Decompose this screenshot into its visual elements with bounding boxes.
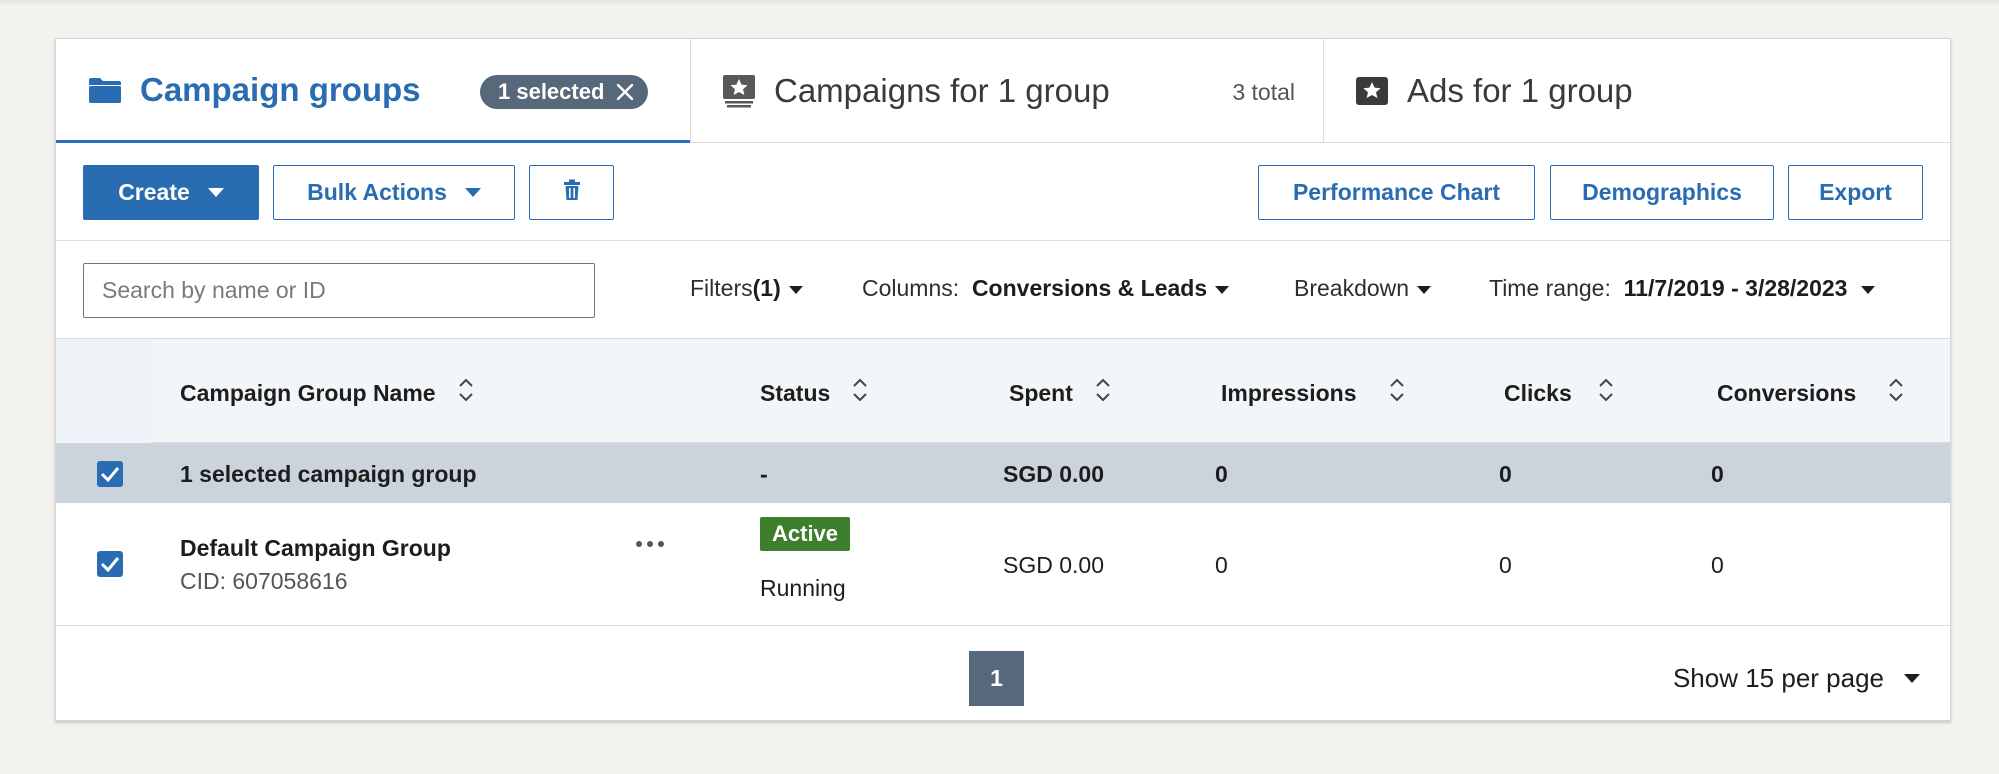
campaigns-total-count: 3 total — [1232, 79, 1295, 105]
breakdown-label: Breakdown — [1294, 275, 1410, 301]
time-range-label: Time range: — [1489, 275, 1611, 301]
header-select-cell — [56, 339, 151, 443]
demographics-label: Demographics — [1582, 179, 1742, 205]
summary-row: 1 selected campaign group - SGD 0.00 0 0… — [56, 443, 1950, 503]
create-button-label: Create — [118, 179, 190, 205]
chevron-down-icon — [1215, 285, 1230, 294]
summary-clicks: 0 — [1499, 461, 1512, 487]
per-page-label: Show 15 per page — [1672, 663, 1884, 693]
time-range-value: 11/7/2019 - 3/28/2023 — [1623, 275, 1848, 301]
columns-label: Columns: — [862, 275, 960, 301]
ad-star-icon — [1354, 74, 1390, 108]
sort-icon[interactable] — [1389, 377, 1405, 409]
campaign-group-name-link[interactable]: Default Campaign Group — [180, 535, 451, 562]
clear-selection-icon[interactable] — [616, 79, 634, 105]
chevron-down-icon — [1904, 674, 1920, 683]
table-row: Default Campaign Group CID: 607058616 Ac… — [56, 503, 1950, 626]
column-header-name[interactable]: Campaign Group Name — [180, 377, 474, 409]
performance-chart-label: Performance Chart — [1292, 179, 1501, 205]
folder-icon — [87, 73, 123, 107]
checkmark-icon — [100, 467, 120, 482]
more-options-icon[interactable] — [636, 541, 664, 547]
chevron-down-icon — [1861, 285, 1876, 294]
row-clicks: 0 — [1499, 552, 1512, 578]
delete-button[interactable] — [529, 165, 614, 220]
tab-campaigns-label: Campaigns for 1 group — [774, 72, 1110, 109]
summary-status: - — [760, 461, 768, 487]
entity-tabs: Campaign groups 1 selected Campaigns for… — [56, 39, 1950, 143]
summary-label: 1 selected campaign group — [180, 461, 477, 487]
column-header-name-label: Campaign Group Name — [180, 379, 436, 406]
selection-pill: 1 selected — [480, 75, 649, 109]
select-all-checkbox[interactable] — [97, 461, 123, 487]
sort-icon[interactable] — [1888, 377, 1904, 409]
filter-bar: Filters(1) Columns: Conversions & Leads … — [56, 242, 1950, 339]
demographics-button[interactable]: Demographics — [1550, 165, 1774, 220]
status-text: Running — [760, 575, 846, 601]
campaign-group-cid: CID: 607058616 — [180, 568, 348, 594]
trash-icon — [563, 179, 581, 207]
sort-icon[interactable] — [1095, 377, 1111, 409]
checkmark-icon — [100, 557, 120, 572]
columns-value: Conversions & Leads — [971, 275, 1208, 301]
export-label: Export — [1819, 179, 1892, 205]
tab-ads[interactable]: Ads for 1 group — [1323, 39, 1950, 143]
column-header-status-label: Status — [760, 379, 831, 406]
action-toolbar: Create Bulk Actions Performance Chart De… — [56, 144, 1950, 241]
per-page-dropdown[interactable]: Show 15 per page — [1673, 663, 1920, 694]
row-spent: SGD 0.00 — [1003, 552, 1104, 578]
sort-icon[interactable] — [1598, 377, 1614, 409]
column-header-status[interactable]: Status — [760, 377, 868, 409]
chevron-down-icon — [464, 188, 481, 197]
row-checkbox[interactable] — [97, 551, 123, 577]
sort-icon[interactable] — [458, 377, 474, 409]
top-shadow — [0, 0, 1999, 6]
tab-campaigns[interactable]: Campaigns for 1 group 3 total — [690, 39, 1323, 143]
column-header-spent-label: Spent — [1009, 379, 1073, 406]
tab-campaign-groups-label: Campaign groups — [140, 70, 421, 108]
export-button[interactable]: Export — [1788, 165, 1923, 220]
filters-count: (1) — [752, 275, 781, 301]
create-button[interactable]: Create — [83, 165, 259, 220]
chevron-down-icon — [1417, 285, 1432, 294]
breakdown-dropdown[interactable]: Breakdown — [1294, 275, 1432, 302]
tab-ads-label: Ads for 1 group — [1407, 72, 1633, 109]
column-header-conversions-label: Conversions — [1717, 379, 1857, 406]
selection-pill-label: 1 selected — [498, 79, 605, 104]
campaign-manager-panel: Campaign groups 1 selected Campaigns for… — [55, 38, 1951, 721]
column-header-clicks[interactable]: Clicks — [1504, 377, 1614, 409]
column-header-clicks-label: Clicks — [1504, 379, 1572, 406]
campaign-stack-icon — [721, 74, 757, 108]
summary-impressions: 0 — [1215, 461, 1228, 487]
page-button[interactable]: 1 — [969, 651, 1024, 706]
tab-campaign-groups[interactable]: Campaign groups 1 selected — [56, 39, 690, 143]
chevron-down-icon — [788, 285, 803, 294]
column-header-impressions-label: Impressions — [1221, 379, 1357, 406]
row-conversions: 0 — [1711, 552, 1724, 578]
pagination-bar: 1 Show 15 per page — [56, 627, 1950, 721]
time-range-dropdown[interactable]: Time range: 11/7/2019 - 3/28/2023 — [1489, 275, 1876, 302]
column-header-impressions[interactable]: Impressions — [1221, 377, 1405, 409]
filters-dropdown[interactable]: Filters(1) — [690, 275, 803, 302]
summary-spent: SGD 0.00 — [1003, 461, 1104, 487]
performance-chart-button[interactable]: Performance Chart — [1258, 165, 1535, 220]
column-header-conversions[interactable]: Conversions — [1717, 377, 1904, 409]
columns-dropdown[interactable]: Columns: Conversions & Leads — [862, 275, 1230, 302]
bulk-actions-label: Bulk Actions — [307, 179, 447, 205]
sort-icon[interactable] — [852, 377, 868, 409]
column-header-spent[interactable]: Spent — [1009, 377, 1111, 409]
filters-label: Filters — [690, 275, 753, 301]
summary-conversions: 0 — [1711, 461, 1724, 487]
status-badge: Active — [760, 517, 851, 551]
row-impressions: 0 — [1215, 552, 1228, 578]
table-header: Campaign Group Name Status Spent Impress… — [56, 339, 1950, 443]
chevron-down-icon — [207, 188, 224, 197]
search-input[interactable] — [83, 263, 595, 318]
bulk-actions-button[interactable]: Bulk Actions — [273, 165, 515, 220]
